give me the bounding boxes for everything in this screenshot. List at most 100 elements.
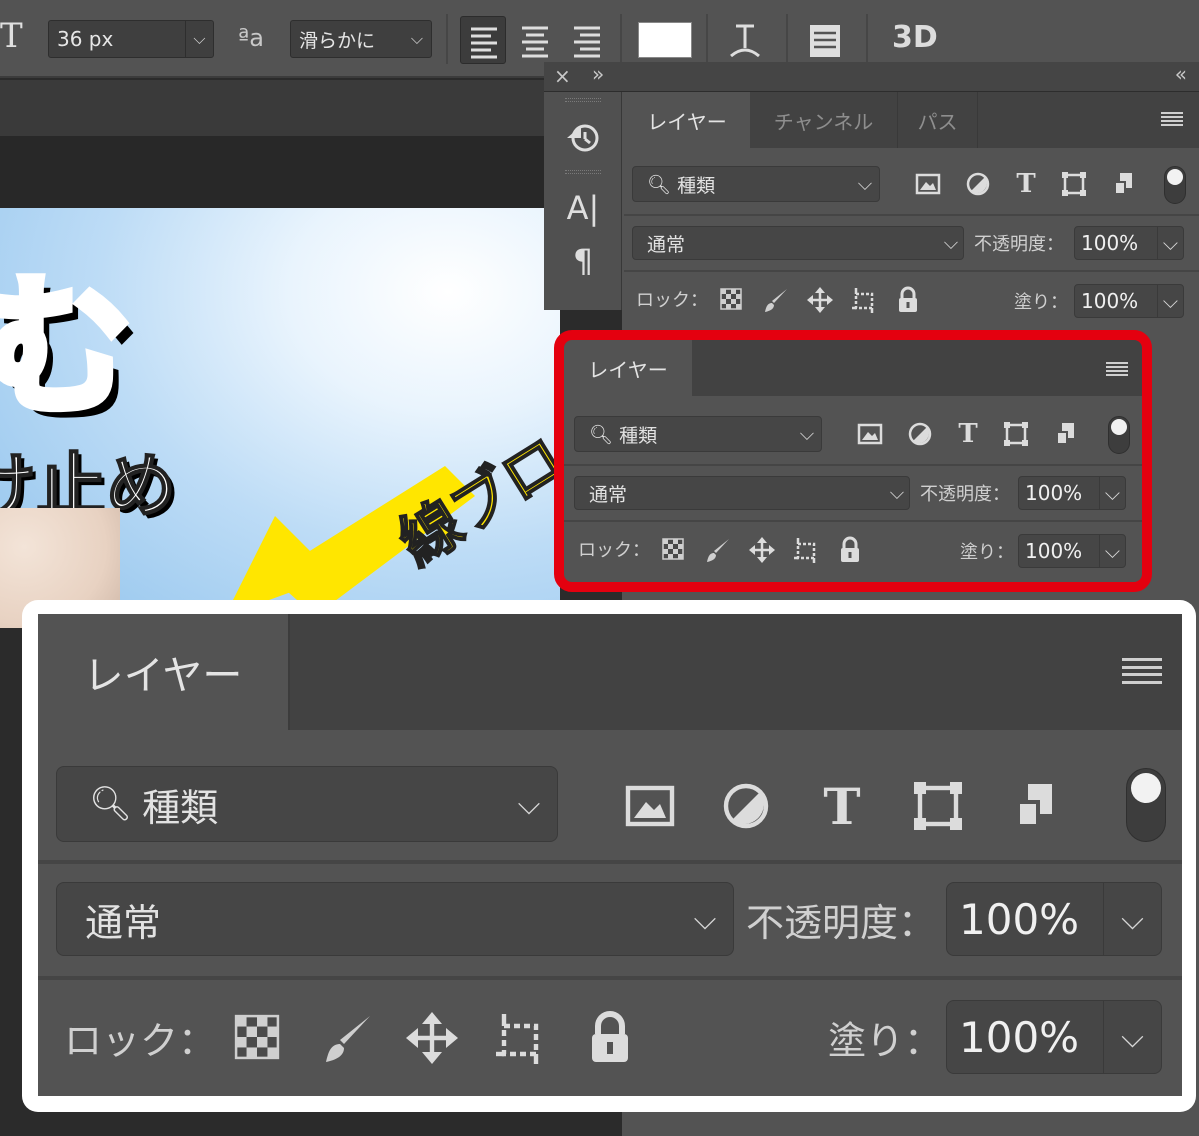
lock-all-icon[interactable] (586, 1010, 634, 1066)
align-left-icon (471, 27, 497, 59)
filter-pixel-icon[interactable] (622, 778, 678, 834)
lock-image-icon[interactable] (762, 286, 790, 314)
panel-toggle-icon (810, 25, 840, 57)
filter-type-icon[interactable]: T (814, 777, 870, 836)
history-button[interactable] (544, 108, 622, 164)
filter-kind-select[interactable]: 🔍︎ 種類 ⌵ (632, 166, 880, 202)
filter-smart-object-icon[interactable] (1008, 778, 1064, 834)
font-size-field[interactable]: 36 px ⌵ (48, 20, 214, 58)
layers-panel: レイヤー チャンネル パス 🔍︎ 種類 ⌵ T 通常 ⌵ 不透明度： 100% … (624, 92, 1199, 330)
filter-toggle[interactable] (1164, 166, 1186, 204)
lock-all-icon[interactable] (896, 286, 920, 314)
panel-menu-icon[interactable] (1122, 658, 1162, 684)
lock-artboard-icon[interactable] (492, 1010, 548, 1066)
expand-icon[interactable]: » (592, 62, 604, 86)
lock-position-icon[interactable] (404, 1010, 460, 1066)
chevron-down-icon[interactable]: ⌵ (939, 227, 963, 259)
panel-menu-icon[interactable] (1161, 112, 1183, 126)
divider (624, 214, 1199, 216)
search-icon: 🔍︎ (647, 173, 672, 196)
opacity-field[interactable]: 100% ⌵ (1074, 226, 1184, 260)
chevron-down-icon[interactable]: ⌵ (403, 21, 431, 57)
tab-paths[interactable]: パス (898, 92, 978, 148)
chevron-down-icon[interactable]: ⌵ (1157, 285, 1183, 317)
chevron-down-icon[interactable]: ⌵ (851, 167, 879, 201)
opacity-value: 100% (1081, 231, 1139, 255)
lock-transparent-icon[interactable] (234, 1014, 280, 1060)
canvas-image: む け止め 線ブロ (0, 208, 560, 628)
collapse-icon[interactable]: « (1175, 62, 1187, 86)
filter-adjustment-icon[interactable] (718, 778, 774, 834)
filter-kind-value: 種類 (677, 174, 716, 197)
blend-mode-value: 通常 (647, 233, 686, 256)
filter-shape-icon[interactable] (1060, 170, 1088, 198)
filter-adjustment-icon[interactable] (964, 170, 992, 198)
chevron-down-icon[interactable]: ⌵ (185, 21, 213, 57)
divider (38, 860, 1182, 864)
grip[interactable] (544, 164, 621, 180)
filter-shape-icon[interactable] (910, 778, 966, 834)
tab-channels[interactable]: チャンネル (750, 92, 898, 148)
filter-pixel-icon[interactable] (914, 170, 942, 198)
panel-tab-bar: レイヤー チャンネル パス (624, 92, 1199, 148)
filter-kind-value: 種類 (142, 785, 219, 830)
3d-button[interactable]: 3D (892, 20, 938, 55)
photoshop-workspace: T 36 px ⌵ ªa 滑らかに ⌵ 3D む け止め 線ブロ × » « A… (0, 0, 1199, 1136)
opacity-value: 100% (959, 894, 1080, 944)
font-size-value: 36 px (57, 27, 114, 51)
paragraph-button[interactable]: ¶ (544, 236, 622, 286)
fill-value: 100% (1081, 289, 1139, 313)
fill-field[interactable]: 100% ⌵ (1074, 284, 1184, 318)
panel-icon-column: A| ¶ (544, 92, 622, 310)
blend-mode-select[interactable]: 通常 ⌵ (56, 882, 734, 956)
blend-mode-value: 通常 (85, 900, 162, 945)
lock-position-icon[interactable] (806, 286, 834, 314)
highlight-frame (554, 330, 1152, 592)
align-left-button[interactable] (460, 16, 506, 64)
filter-toggle[interactable] (1126, 768, 1166, 842)
align-right-button[interactable] (564, 16, 610, 64)
divider (38, 976, 1182, 980)
filter-smart-object-icon[interactable] (1110, 170, 1138, 198)
character-button[interactable]: A| (544, 180, 622, 236)
fill-value: 100% (959, 1012, 1080, 1062)
layers-panel-zoom: レイヤー 🔍︎ 種類 ⌵ T 通常 ⌵ 不透明度： 100% ⌵ ロック： 塗り… (38, 614, 1182, 1096)
tab-layers[interactable]: レイヤー (38, 614, 290, 730)
type-tool-icon[interactable]: T (0, 14, 30, 58)
chevron-down-icon[interactable]: ⌵ (1103, 1001, 1161, 1073)
chevron-down-icon[interactable]: ⌵ (1103, 883, 1161, 955)
lock-artboard-icon[interactable] (850, 286, 878, 314)
align-center-button[interactable] (512, 16, 558, 64)
fill-label: 塗り： (1014, 292, 1068, 313)
history-icon (567, 124, 599, 152)
align-center-icon (522, 26, 548, 58)
chevron-down-icon[interactable]: ⌵ (501, 767, 557, 841)
chevron-down-icon[interactable]: ⌵ (677, 883, 733, 955)
grip[interactable] (544, 92, 621, 108)
divider (706, 14, 708, 64)
antialias-select[interactable]: 滑らかに ⌵ (290, 20, 432, 58)
filter-kind-select[interactable]: 🔍︎ 種類 ⌵ (56, 766, 558, 842)
close-icon[interactable]: × (554, 64, 571, 88)
opacity-field[interactable]: 100% ⌵ (946, 882, 1162, 956)
lock-transparent-icon[interactable] (720, 288, 742, 310)
tab-layers[interactable]: レイヤー (624, 92, 750, 148)
lock-image-icon[interactable] (320, 1010, 376, 1066)
panel-tab-bar: レイヤー (38, 614, 1182, 730)
divider (866, 14, 868, 64)
fill-label: 塗り： (828, 1018, 943, 1063)
antialias-icon: ªa (238, 24, 265, 52)
warp-text-button[interactable] (722, 16, 768, 64)
text-color-swatch[interactable] (638, 22, 692, 58)
blend-mode-select[interactable]: 通常 ⌵ (632, 226, 964, 260)
character-panel-button[interactable] (802, 16, 848, 64)
antialias-value: 滑らかに (299, 29, 376, 52)
fill-field[interactable]: 100% ⌵ (946, 1000, 1162, 1074)
thumbnail-headline: む (0, 257, 137, 440)
search-icon: 🔍︎ (89, 784, 133, 824)
divider (786, 14, 788, 64)
lock-label: ロック： (636, 290, 708, 311)
lock-label: ロック： (64, 1018, 217, 1063)
filter-type-icon[interactable]: T (1012, 169, 1040, 199)
chevron-down-icon[interactable]: ⌵ (1157, 227, 1183, 259)
